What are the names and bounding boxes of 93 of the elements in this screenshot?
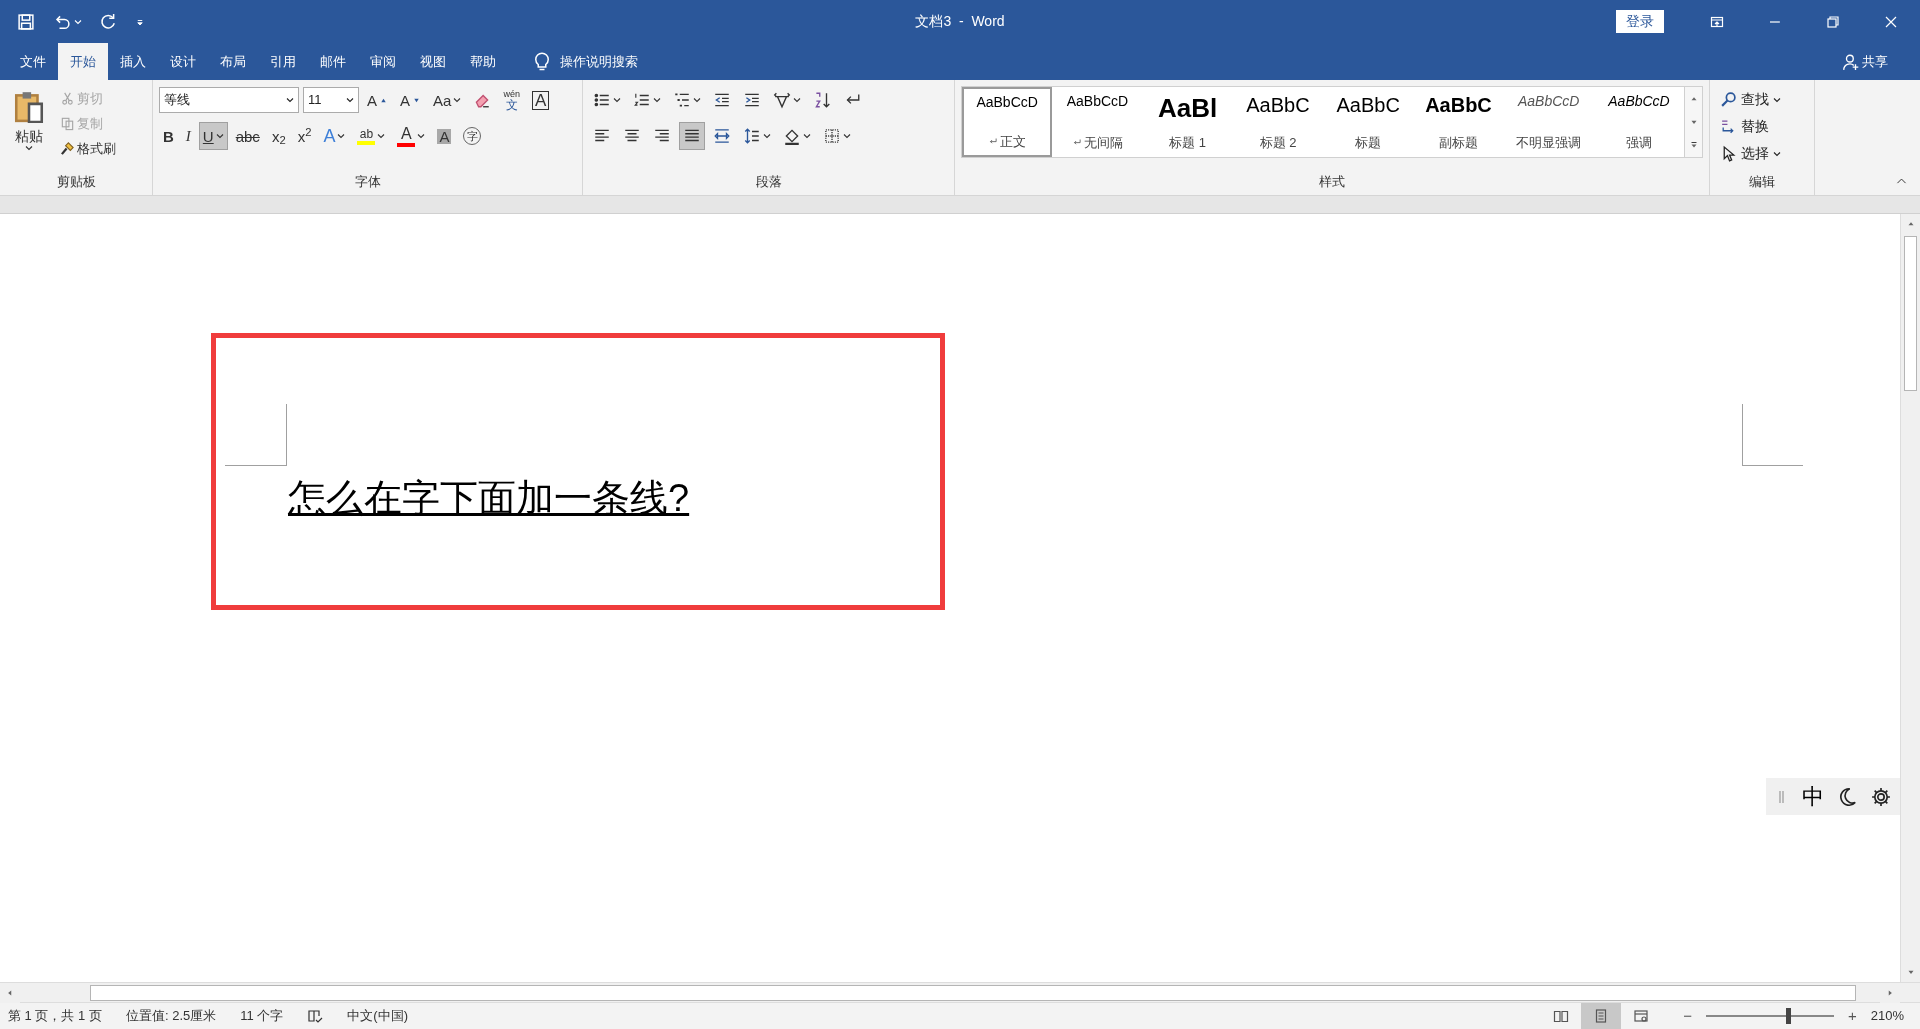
ribbon-tab[interactable]: 布局 [208,43,258,80]
style-item[interactable]: AaBbCcD 正文 [962,87,1053,157]
style-item[interactable]: AaBbCcD 不明显强调 [1503,87,1594,157]
ribbon-tab[interactable]: 邮件 [308,43,358,80]
ribbon-tab[interactable]: 视图 [408,43,458,80]
numbered-list-icon [633,91,651,109]
multilevel-list-icon [673,91,691,109]
font-color-button[interactable]: A [393,122,430,150]
share-button[interactable]: 共享 [1834,43,1896,80]
bulleted-list-icon [593,91,611,109]
margin-corner-mark [225,404,287,466]
superscript-button[interactable]: x$^{2}$ [293,122,316,150]
ribbon-tab[interactable]: 设计 [158,43,208,80]
tell-me-search[interactable]: 操作说明搜索 [532,51,638,72]
zoom-out-button[interactable]: − [1677,1004,1698,1028]
paintbrush-icon [60,141,75,156]
open-book-icon [1553,1008,1570,1024]
zoom-slider-thumb[interactable] [1785,1008,1791,1024]
style-item[interactable]: AaBbCcD 强调 [1593,87,1685,157]
underline-button[interactable]: U [198,122,228,150]
settings-icon [1870,785,1892,808]
ribbon-tab[interactable]: 引用 [258,43,308,80]
page-count[interactable]: 第 1 页，共 1 页 [8,1006,102,1026]
scissors-icon [60,91,75,106]
distributed-icon [713,127,731,145]
bold-button[interactable]: B [159,122,178,150]
scrollbar-thumb[interactable] [90,984,1856,1001]
shrink-font-button[interactable]: A [396,86,426,114]
ribbon-tab[interactable]: 帮助 [458,43,508,80]
proofing-icon [307,1008,324,1024]
lightbulb-icon [532,51,552,72]
style-item[interactable]: AaBbC 副标题 [1413,87,1504,157]
borders-icon [823,127,841,145]
font-name-field[interactable]: 等线 [159,87,299,113]
scrollbar-thumb[interactable] [1904,236,1917,391]
subscript-button[interactable]: x$_{2}$ [267,122,290,150]
group-label: 字体 [354,173,381,192]
web-layout-icon [1633,1008,1650,1024]
decrease-indent-icon [713,91,731,109]
paint-bucket-icon [783,127,801,145]
window-title: 文档3 - Word [915,13,1005,29]
caret-icon [286,97,294,103]
replace-button[interactable]: 替换 [1716,113,1808,140]
change-case-button[interactable]: Aa [429,86,466,114]
ribbon-tab[interactable]: 开始 [58,43,108,80]
style-item[interactable]: AaBbC 标题 2 [1232,87,1324,157]
format-painter-button[interactable]: 格式刷 [56,136,120,161]
ribbon-tab[interactable]: 审阅 [358,43,408,80]
character-shading-button[interactable]: A [433,122,456,150]
user-plus-icon [1842,52,1860,71]
group-label: 样式 [1319,173,1345,192]
group-label: 编辑 [1749,173,1775,192]
highlight-button[interactable]: ab [353,122,390,150]
redo-icon [98,11,118,32]
document-text: 怎么在字下面加一条线? [288,476,690,521]
group-label: 段落 [755,173,782,192]
more-styles-button[interactable] [1685,133,1702,157]
margin-corner-mark [1742,404,1803,466]
italic-button[interactable]: I [181,122,195,150]
enclose-characters-button[interactable]: 字 [459,122,486,150]
phonetic-guide-button[interactable]: wén 文 [499,86,524,114]
ribbon-tab[interactable]: 文件 [8,43,58,80]
language-indicator[interactable]: 中文(中国) [347,1006,408,1026]
position-value: 位置值: 2.5厘米 [125,1007,217,1026]
caret-icon [346,97,354,103]
style-item[interactable]: AaBbCcD 无间隔 [1052,87,1143,157]
sort-icon [813,91,831,109]
style-item[interactable]: AaBl 标题 1 [1142,87,1233,157]
text-effects-button[interactable]: A [319,122,350,150]
grow-font-button[interactable]: A [363,86,392,114]
sign-in-button[interactable]: 登录 [1616,10,1664,33]
justify-button[interactable] [679,122,705,150]
ribbon-tab[interactable]: 插入 [108,43,158,80]
zoom-percent[interactable]: 210% [1870,1006,1904,1026]
increase-indent-icon [743,91,761,109]
zoom-in-button[interactable]: + [1842,1004,1863,1028]
print-layout-button[interactable] [1581,1003,1622,1029]
caret-icon [25,145,33,151]
style-item[interactable]: AaBbC 标题 [1323,87,1414,157]
strikethrough-button[interactable]: abc [231,122,264,150]
clipboard-icon [12,89,46,123]
pages-icon [60,116,75,131]
search-icon [1720,91,1737,108]
paste-button[interactable]: 粘贴 [6,86,52,164]
word-count[interactable]: 11 个字 [240,1006,284,1026]
font-size-field[interactable]: 11 [303,87,359,113]
restore-icon [1825,13,1841,30]
input-mode-button[interactable]: 中 [1802,785,1824,808]
line-spacing-icon [743,127,761,145]
find-button[interactable]: 查找 [1716,86,1808,113]
minimize-icon [1769,20,1781,23]
select-button[interactable]: 选择 [1716,140,1808,167]
group-label: 剪贴板 [56,173,96,192]
